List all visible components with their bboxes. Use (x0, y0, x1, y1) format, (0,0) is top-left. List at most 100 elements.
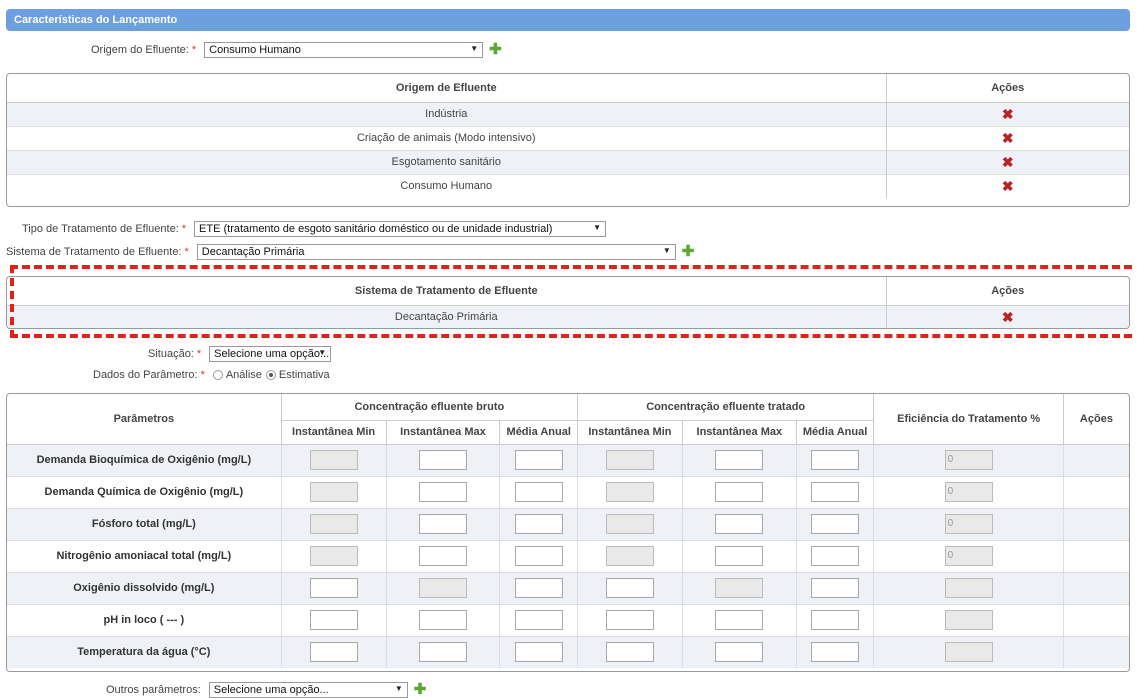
tratado-media-input[interactable] (811, 450, 860, 470)
bruto-media-input[interactable] (514, 578, 563, 598)
tratado-media-input[interactable] (811, 642, 860, 663)
table-row: Criação de animais (Modo intensivo) ✖ (7, 125, 1129, 150)
sistema-table: Sistema de Tratamento de Efluente Ações … (6, 276, 1130, 329)
col-acoes: Ações (885, 277, 1129, 306)
bruto-max-input[interactable] (418, 482, 467, 502)
table-row: Temperatura da água (°C) (7, 635, 1129, 668)
situacao-row: Situação: * Selecione uma opção... ▼ (148, 346, 332, 362)
dropdown-arrow-icon: ▼ (318, 348, 327, 357)
eficiencia-field (944, 610, 993, 630)
sistema-row: Sistema de Tratamento de Efluente: * Dec… (6, 244, 694, 260)
bruto-media-input[interactable] (514, 450, 563, 470)
origem-select-value: Consumo Humano (209, 44, 301, 56)
table-row: Decantação Primária ✖ (7, 304, 1129, 328)
bruto-min-input[interactable] (309, 610, 358, 630)
sub-inst-min: Instantânea Min (280, 420, 387, 445)
tratado-max-input[interactable] (715, 514, 764, 534)
delete-icon[interactable]: ✖ (1002, 106, 1014, 122)
outros-select-value: Selecione uma opção... (213, 684, 329, 696)
param-name: Nitrogênio amoniacal total (mg/L) (7, 539, 282, 572)
origem-label: Origem do Efluente: (91, 44, 189, 56)
sub-media-anual: Média Anual (795, 420, 874, 445)
col-acoes: Ações (885, 74, 1129, 103)
outros-select[interactable]: Selecione uma opção... ▼ (208, 682, 408, 698)
sub-media-anual: Média Anual (499, 420, 578, 445)
table-row: Indústria ✖ (7, 101, 1129, 126)
tipo-select[interactable]: ETE (tratamento de esgoto sanitário domé… (194, 221, 607, 237)
col-parametros: Parâmetros (7, 394, 282, 445)
tratado-media-input[interactable] (811, 546, 860, 566)
col-origem: Origem de Efluente (7, 74, 886, 103)
bruto-min-input (309, 450, 358, 470)
table-row: Oxigênio dissolvido (mg/L) (7, 571, 1129, 604)
col-group-tratado: Concentração efluente tratado (577, 394, 874, 421)
tratado-min-input (605, 514, 654, 534)
origem-cell: Consumo Humano (7, 173, 886, 198)
bruto-max-input[interactable] (418, 450, 467, 470)
tratado-max-input[interactable] (715, 546, 764, 566)
bruto-media-input[interactable] (514, 546, 563, 566)
dropdown-arrow-icon: ▼ (662, 246, 671, 255)
bruto-media-input[interactable] (514, 514, 563, 534)
add-icon[interactable]: ✚ (682, 244, 695, 259)
tratado-max-input[interactable] (715, 610, 764, 630)
delete-icon[interactable]: ✖ (1002, 154, 1014, 170)
origem-row: Origem do Efluente: * Consumo Humano ▼ ✚ (91, 42, 502, 58)
bruto-max-input[interactable] (418, 514, 467, 534)
param-name: Oxigênio dissolvido (mg/L) (7, 571, 282, 604)
delete-icon[interactable]: ✖ (1002, 309, 1014, 325)
radio-estimativa[interactable] (265, 370, 276, 380)
dropdown-arrow-icon: ▼ (394, 684, 403, 693)
bruto-max-input (418, 578, 467, 598)
sistema-select-value: Decantação Primária (201, 246, 305, 258)
sistema-select[interactable]: Decantação Primária ▼ (196, 244, 676, 260)
add-icon[interactable]: ✚ (489, 42, 502, 57)
delete-icon[interactable]: ✖ (1002, 178, 1014, 194)
tratado-min-input[interactable] (605, 642, 654, 663)
radio-analise[interactable] (212, 370, 223, 380)
tratado-max-input[interactable] (715, 450, 764, 470)
origem-cell: Criação de animais (Modo intensivo) (7, 125, 886, 150)
add-icon[interactable]: ✚ (414, 682, 427, 697)
required-marker: * (200, 369, 205, 381)
param-name: pH in loco ( --- ) (7, 603, 282, 636)
bruto-media-input[interactable] (514, 642, 563, 663)
required-marker: * (181, 223, 187, 235)
bruto-min-input (309, 514, 358, 534)
situacao-label: Situação: (148, 348, 194, 360)
outros-row: Outros parâmetros: Selecione uma opção..… (106, 682, 426, 698)
bruto-max-input[interactable] (418, 546, 467, 566)
sistema-label: Sistema de Tratamento de Efluente: (6, 246, 182, 258)
bruto-media-input[interactable] (514, 482, 563, 502)
sistema-cell: Decantação Primária (7, 304, 886, 328)
bruto-max-input[interactable] (418, 642, 467, 663)
dados-label: Dados do Parâmetro: (93, 369, 198, 381)
tratado-min-input[interactable] (605, 610, 654, 630)
tratado-min-input (605, 546, 654, 566)
origem-table: Origem de Efluente Ações Indústria ✖ Cri… (6, 73, 1130, 207)
eficiencia-field (944, 642, 993, 663)
dados-row: Dados do Parâmetro: * Análise Estimativa (93, 367, 330, 383)
tratado-media-input[interactable] (811, 482, 860, 502)
required-marker: * (196, 348, 202, 360)
tratado-max-input[interactable] (715, 482, 764, 502)
bruto-min-input[interactable] (309, 578, 358, 598)
dropdown-arrow-icon: ▼ (593, 223, 602, 232)
col-sistema: Sistema de Tratamento de Efluente (7, 277, 886, 306)
table-row: Fósforo total (mg/L) 0 (7, 507, 1129, 540)
tratado-media-input[interactable] (811, 578, 860, 598)
tratado-media-input[interactable] (811, 514, 860, 534)
situacao-select[interactable]: Selecione uma opção... ▼ (209, 346, 332, 362)
tratado-min-input[interactable] (605, 578, 654, 598)
situacao-select-value: Selecione uma opção... (214, 348, 330, 360)
tratado-media-input[interactable] (811, 610, 860, 630)
col-eficiencia: Eficiência do Tratamento % (873, 394, 1064, 445)
origem-select[interactable]: Consumo Humano ▼ (204, 42, 484, 58)
bruto-media-input[interactable] (514, 610, 563, 630)
tratado-max-input[interactable] (715, 642, 764, 663)
bruto-min-input[interactable] (309, 642, 358, 663)
tipo-select-value: ETE (tratamento de esgoto sanitário domé… (199, 223, 553, 235)
bruto-max-input[interactable] (418, 610, 467, 630)
dropdown-arrow-icon: ▼ (470, 44, 479, 53)
delete-icon[interactable]: ✖ (1002, 130, 1014, 146)
